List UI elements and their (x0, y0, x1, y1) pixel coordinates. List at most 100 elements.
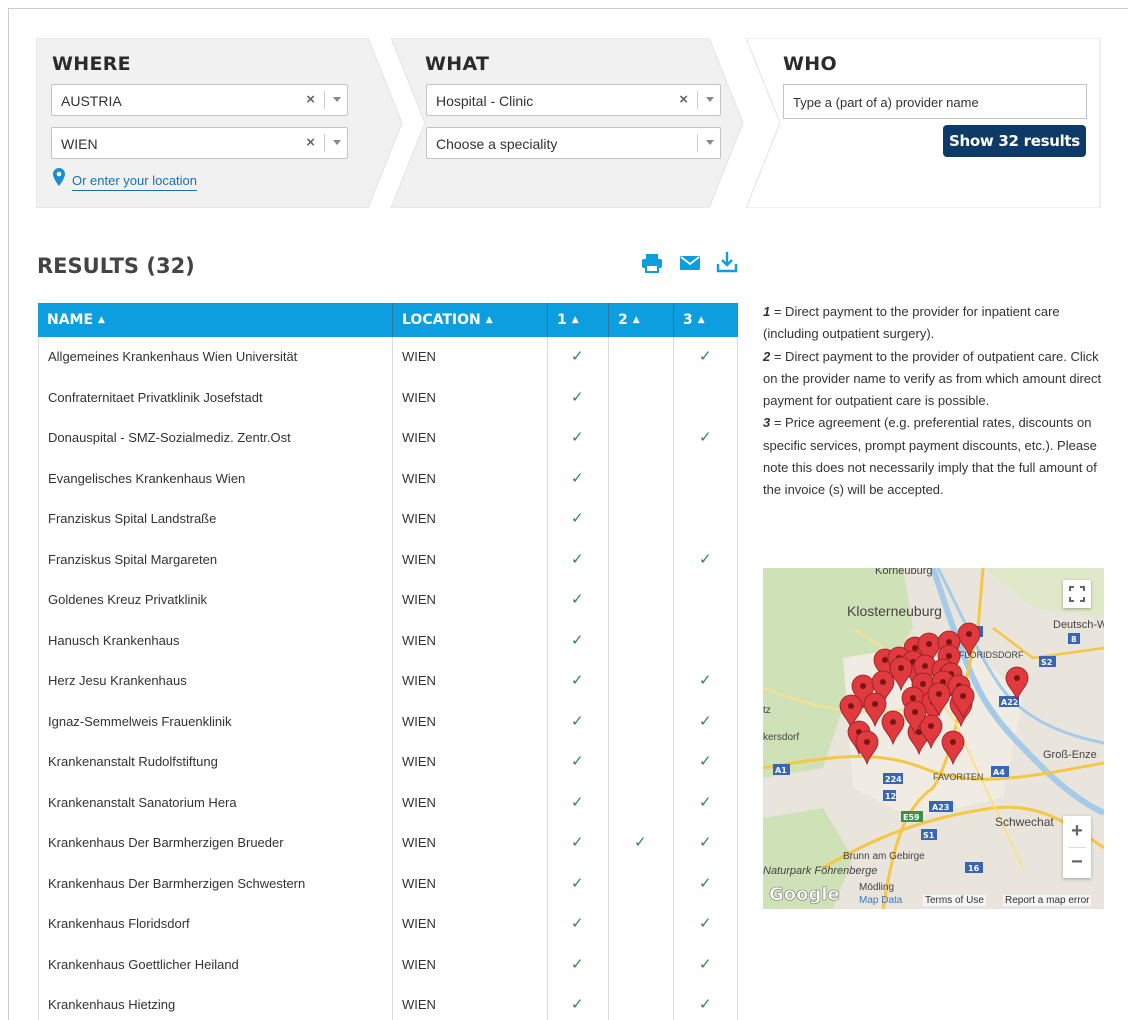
location-cell: WIEN (402, 754, 436, 769)
map-marker-dot (922, 663, 928, 669)
table-row[interactable]: Evangelisches Krankenhaus Wien WIEN ✓ (38, 459, 738, 500)
show-results-button[interactable]: Show 32 results (943, 125, 1086, 157)
column-header-name[interactable]: NAME ▲ (38, 303, 392, 337)
clear-city-icon[interactable]: × (306, 134, 315, 151)
provider-name-input[interactable]: Type a (part of a) provider name (783, 84, 1087, 119)
location-cell: WIEN (402, 551, 436, 567)
table-row[interactable]: Franziskus Spital Margareten WIEN ✓ ✓ (38, 540, 738, 581)
provider-name-link[interactable]: Evangelisches Krankenhaus Wien (48, 459, 245, 500)
providers-map[interactable]: 7 8 S2 A22 A1 224 12 A23 A4 E59 S1 16 Ko… (763, 568, 1104, 909)
price-agreement-check: ✓ (699, 915, 712, 932)
map-marker-dot (950, 739, 956, 745)
map-canvas[interactable]: 7 8 S2 A22 A1 224 12 A23 A4 E59 S1 16 Ko… (763, 568, 1104, 909)
report-map-error-link[interactable]: Report a map error (1003, 895, 1092, 906)
table-row[interactable]: Herz Jesu Krankenhaus WIEN ✓ ✓ (38, 661, 738, 702)
provider-name-link[interactable]: Goldenes Kreuz Privatklinik (48, 580, 207, 621)
provider-name-link[interactable]: Krankenhaus Hietzing (48, 985, 175, 1020)
provider-name-link[interactable]: Krankenhaus Der Barmherzigen Schwestern (48, 864, 305, 905)
location-cell: WIEN (402, 389, 436, 405)
provider-name-link[interactable]: Krankenhaus Goettlicher Heiland (48, 945, 239, 986)
terms-link[interactable]: Terms of Use (923, 895, 986, 906)
table-row[interactable]: Krankenhaus Goettlicher Heiland WIEN ✓ ✓ (38, 945, 738, 986)
provider-type-select[interactable]: Hospital - Clinic × (426, 84, 721, 116)
location-cell: WIEN (402, 430, 436, 445)
map-marker-dot (898, 665, 904, 671)
column-header-1[interactable]: 1 ▲ (547, 303, 608, 337)
zoom-out-button[interactable]: − (1063, 847, 1091, 878)
table-row[interactable]: Krankenhaus Hietzing WIEN ✓ ✓ (38, 985, 738, 1020)
sort-up-icon: ▲ (485, 315, 493, 325)
table-row[interactable]: Allgemeines Krankenhaus Wien Universität… (38, 337, 738, 378)
map-marker-dot (928, 723, 934, 729)
provider-name-link[interactable]: Hanusch Krankenhaus (48, 621, 180, 662)
chevron-down-icon[interactable] (706, 97, 714, 102)
table-row[interactable]: Goldenes Kreuz Privatklinik WIEN ✓ (38, 580, 738, 621)
map-marker-dot (912, 709, 918, 715)
provider-name-link[interactable]: Franziskus Spital Margareten (48, 540, 217, 581)
provider-name-link[interactable]: Franziskus Spital Landstraße (48, 499, 216, 540)
zoom-in-button[interactable]: + (1063, 816, 1091, 847)
speciality-select[interactable]: Choose a speciality (426, 127, 721, 159)
road-shield-label: 224 (885, 775, 902, 784)
column-header-location[interactable]: LOCATION ▲ (392, 303, 547, 337)
column-name-label: NAME (47, 312, 94, 328)
enter-location-link[interactable]: Or enter your location (72, 173, 198, 191)
column-3-label: 3 (683, 312, 693, 328)
mail-icon[interactable] (679, 255, 701, 271)
table-row[interactable]: Krankenhaus Der Barmherzigen Schwestern W… (38, 864, 738, 905)
road-shield-label: A22 (1001, 698, 1018, 707)
map-marker-dot (864, 739, 870, 745)
map-footer: Map Data Terms of Use Report a map error (763, 893, 1104, 909)
provider-name-link[interactable]: Krankenanstalt Rudolfstiftung (48, 742, 218, 783)
table-row[interactable]: Hanusch Krankenhaus WIEN ✓ (38, 621, 738, 662)
provider-name-link[interactable]: Herz Jesu Krankenhaus (48, 661, 187, 702)
location-cell: WIEN (402, 794, 436, 810)
table-row[interactable]: Krankenanstalt Rudolfstiftung WIEN ✓ ✓ (38, 742, 738, 783)
chevron-down-icon[interactable] (706, 140, 714, 145)
select-separator (324, 134, 325, 152)
table-row[interactable]: Krankenhaus Floridsdorf WIEN ✓ ✓ (38, 904, 738, 945)
fullscreen-button[interactable] (1063, 580, 1091, 608)
provider-name-link[interactable]: Donauspital - SMZ-Sozialmediz. Zentr.Ost (48, 418, 291, 459)
download-icon[interactable] (715, 250, 739, 274)
table-row[interactable]: Krankenhaus Der Barmherzigen Brueder WIEN… (38, 823, 738, 864)
map-data-link[interactable]: Map Data (859, 895, 902, 906)
country-select[interactable]: AUSTRIA × (51, 84, 348, 116)
chevron-down-icon[interactable] (333, 140, 341, 145)
table-row[interactable]: Ignaz-Semmelweis Frauenklinik WIEN ✓ ✓ (38, 702, 738, 743)
map-marker-dot (910, 695, 916, 701)
map-label: Korneuburg (875, 568, 933, 577)
location-cell: WIEN (402, 713, 436, 729)
price-agreement-check: ✓ (699, 429, 712, 446)
table-row[interactable]: Donauspital - SMZ-Sozialmediz. Zentr.Ost… (38, 418, 738, 459)
provider-name-link[interactable]: Krankenanstalt Sanatorium Hera (48, 783, 237, 824)
location-cell: WIEN (402, 916, 436, 931)
table-body: Allgemeines Krankenhaus Wien Universität… (38, 337, 738, 1020)
map-marker-dot (946, 639, 952, 645)
table-row[interactable]: Krankenanstalt Sanatorium Hera WIEN ✓ ✓ (38, 783, 738, 824)
select-separator (697, 134, 698, 152)
provider-name-link[interactable]: Ignaz-Semmelweis Frauenklinik (48, 702, 232, 743)
price-agreement-check: ✓ (699, 874, 712, 892)
print-icon[interactable] (641, 252, 663, 274)
direct-inpatient-check: ✓ (571, 510, 584, 527)
clear-type-icon[interactable]: × (679, 91, 688, 108)
provider-name-link[interactable]: Krankenhaus Der Barmherzigen Brueder (48, 823, 284, 864)
clear-country-icon[interactable]: × (306, 91, 315, 108)
map-label: kersdorf (763, 732, 799, 743)
location-cell: WIEN (402, 470, 436, 486)
direct-inpatient-check: ✓ (571, 712, 584, 730)
table-row[interactable]: Confraternitaet Privatklinik Josefstadt W… (38, 378, 738, 419)
select-separator (324, 91, 325, 109)
direct-inpatient-check: ✓ (571, 672, 584, 689)
road-shield-label: A23 (932, 803, 949, 812)
chevron-down-icon[interactable] (333, 97, 341, 102)
provider-name-link[interactable]: Allgemeines Krankenhaus Wien Universität (48, 337, 297, 378)
location-cell: WIEN (402, 511, 436, 526)
provider-name-link[interactable]: Confraternitaet Privatklinik Josefstadt (48, 378, 263, 419)
column-header-2[interactable]: 2 ▲ (608, 303, 673, 337)
provider-name-link[interactable]: Krankenhaus Floridsdorf (48, 904, 190, 945)
table-row[interactable]: Franziskus Spital Landstraße WIEN ✓ (38, 499, 738, 540)
column-header-3[interactable]: 3 ▲ (673, 303, 738, 337)
city-select[interactable]: WIEN × (51, 127, 348, 159)
